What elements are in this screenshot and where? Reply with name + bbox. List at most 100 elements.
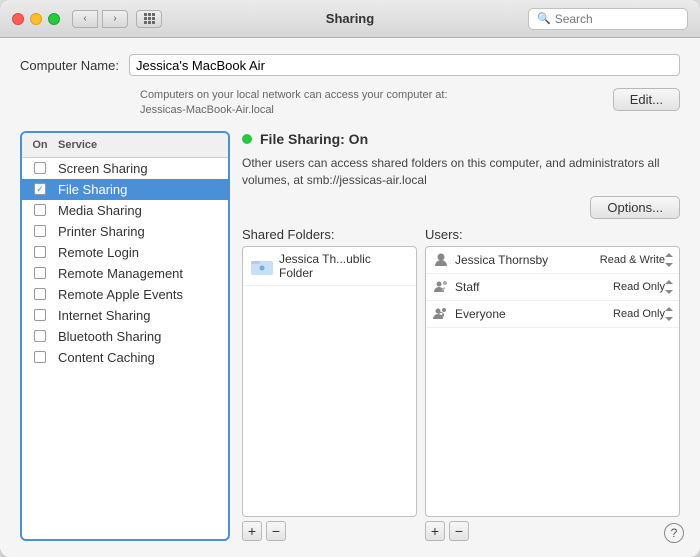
minimize-button[interactable] — [30, 13, 42, 25]
service-item-content-caching[interactable]: Content Caching — [22, 347, 228, 368]
screen-sharing-checkbox-cell — [22, 162, 58, 174]
remote-apple-events-checkbox[interactable] — [34, 288, 46, 300]
single-user-icon — [433, 252, 449, 268]
users-label: Users: — [425, 227, 680, 242]
folder-svg — [251, 258, 273, 275]
remote-login-checkbox-cell — [22, 246, 58, 258]
sharing-columns: Shared Folders: — [242, 227, 680, 541]
service-item-remote-login[interactable]: Remote Login — [22, 242, 228, 263]
edit-button[interactable]: Edit... — [613, 88, 680, 111]
stepper-down-icon — [665, 290, 673, 294]
multi-user-icon — [433, 279, 449, 295]
file-sharing-checkbox[interactable]: ✓ — [34, 183, 46, 195]
maximize-button[interactable] — [48, 13, 60, 25]
internet-sharing-label: Internet Sharing — [58, 308, 228, 323]
content-area: Computer Name: Computers on your local n… — [0, 38, 700, 557]
user-icon — [432, 251, 450, 269]
permission-stepper-jessica[interactable] — [665, 253, 673, 267]
remove-user-button[interactable]: − — [449, 521, 469, 541]
content-caching-label: Content Caching — [58, 350, 228, 365]
content-caching-checkbox[interactable] — [34, 351, 46, 363]
bluetooth-sharing-checkbox-cell — [22, 330, 58, 342]
sub-info-line2: Jessicas-MacBook-Air.local — [140, 103, 448, 118]
services-panel: On Service Screen Sharing — [20, 131, 230, 541]
shared-folders-col: Shared Folders: — [242, 227, 417, 541]
remote-management-checkbox[interactable] — [34, 267, 46, 279]
service-item-bluetooth-sharing[interactable]: Bluetooth Sharing — [22, 326, 228, 347]
search-input[interactable] — [555, 12, 679, 26]
screen-sharing-checkbox[interactable] — [34, 162, 46, 174]
list-item[interactable]: Jessica Thornsby Read & Write — [426, 247, 679, 274]
back-button[interactable]: ‹ — [72, 10, 98, 28]
status-desc: Other users can access shared folders on… — [242, 155, 680, 189]
remote-login-checkbox[interactable] — [34, 246, 46, 258]
bluetooth-sharing-label: Bluetooth Sharing — [58, 329, 228, 344]
stepper-up-icon — [665, 253, 673, 257]
options-button[interactable]: Options... — [590, 196, 680, 219]
status-dot — [242, 134, 252, 144]
everyone-icon — [432, 305, 450, 323]
add-user-button[interactable]: + — [425, 521, 445, 541]
remote-apple-events-checkbox-cell — [22, 288, 58, 300]
right-panel: File Sharing: On Other users can access … — [242, 131, 680, 541]
service-item-screen-sharing[interactable]: Screen Sharing — [22, 158, 228, 179]
window-title: Sharing — [326, 11, 374, 26]
printer-sharing-checkbox[interactable] — [34, 225, 46, 237]
bluetooth-sharing-checkbox[interactable] — [34, 330, 46, 342]
media-sharing-checkbox[interactable] — [34, 204, 46, 216]
service-item-internet-sharing[interactable]: Internet Sharing — [22, 305, 228, 326]
service-item-remote-apple-events[interactable]: Remote Apple Events — [22, 284, 228, 305]
help-button[interactable]: ? — [664, 523, 684, 543]
remove-folder-button[interactable]: − — [266, 521, 286, 541]
grid-icon — [144, 13, 155, 24]
grid-view-button[interactable] — [136, 10, 162, 28]
services-list: Screen Sharing ✓ File Sharing — [22, 158, 228, 539]
search-box[interactable]: 🔍 — [528, 8, 688, 30]
user-permission-everyone: Read Only — [613, 308, 665, 320]
service-item-remote-management[interactable]: Remote Management — [22, 263, 228, 284]
sharing-window: ‹ › Sharing 🔍 Computer Name: — [0, 0, 700, 557]
close-button[interactable] — [12, 13, 24, 25]
services-header-on-label: On — [22, 137, 58, 153]
status-title: File Sharing: On — [260, 131, 368, 147]
folder-icon — [251, 258, 273, 275]
computer-name-input[interactable] — [129, 54, 680, 76]
user-permission-jessica: Read & Write — [600, 254, 665, 266]
users-list: Jessica Thornsby Read & Write — [425, 246, 680, 517]
stepper-up-icon — [665, 307, 673, 311]
sub-info-line1: Computers on your local network can acce… — [140, 88, 448, 103]
stepper-down-icon — [665, 317, 673, 321]
services-header-service-label: Service — [58, 137, 228, 153]
traffic-lights — [12, 13, 60, 25]
service-item-printer-sharing[interactable]: Printer Sharing — [22, 221, 228, 242]
printer-sharing-label: Printer Sharing — [58, 224, 228, 239]
permission-stepper-staff[interactable] — [665, 280, 673, 294]
file-sharing-checkbox-cell: ✓ — [22, 183, 58, 195]
folder-name: Jessica Th...ublic Folder — [279, 252, 408, 280]
user-name-jessica: Jessica Thornsby — [455, 253, 600, 267]
media-sharing-label: Media Sharing — [58, 203, 228, 218]
internet-sharing-checkbox-cell — [22, 309, 58, 321]
content-caching-checkbox-cell — [22, 351, 58, 363]
user-controls: + − — [425, 521, 680, 541]
remote-management-label: Remote Management — [58, 266, 228, 281]
file-sharing-label: File Sharing — [58, 182, 228, 197]
media-sharing-checkbox-cell — [22, 204, 58, 216]
user-name-staff: Staff — [455, 280, 613, 294]
user-permission-staff: Read Only — [613, 281, 665, 293]
title-bar: ‹ › Sharing 🔍 — [0, 0, 700, 38]
internet-sharing-checkbox[interactable] — [34, 309, 46, 321]
list-item[interactable]: Jessica Th...ublic Folder — [243, 247, 416, 286]
list-item[interactable]: Everyone Read Only — [426, 301, 679, 328]
staff-icon — [432, 278, 450, 296]
users-col: Users: — [425, 227, 680, 541]
list-item[interactable]: Staff Read Only — [426, 274, 679, 301]
forward-button[interactable]: › — [102, 10, 128, 28]
service-item-media-sharing[interactable]: Media Sharing — [22, 200, 228, 221]
add-folder-button[interactable]: + — [242, 521, 262, 541]
service-item-file-sharing[interactable]: ✓ File Sharing — [22, 179, 228, 200]
window-content: Computer Name: Computers on your local n… — [0, 38, 700, 557]
permission-stepper-everyone[interactable] — [665, 307, 673, 321]
remote-management-checkbox-cell — [22, 267, 58, 279]
remote-login-label: Remote Login — [58, 245, 228, 260]
